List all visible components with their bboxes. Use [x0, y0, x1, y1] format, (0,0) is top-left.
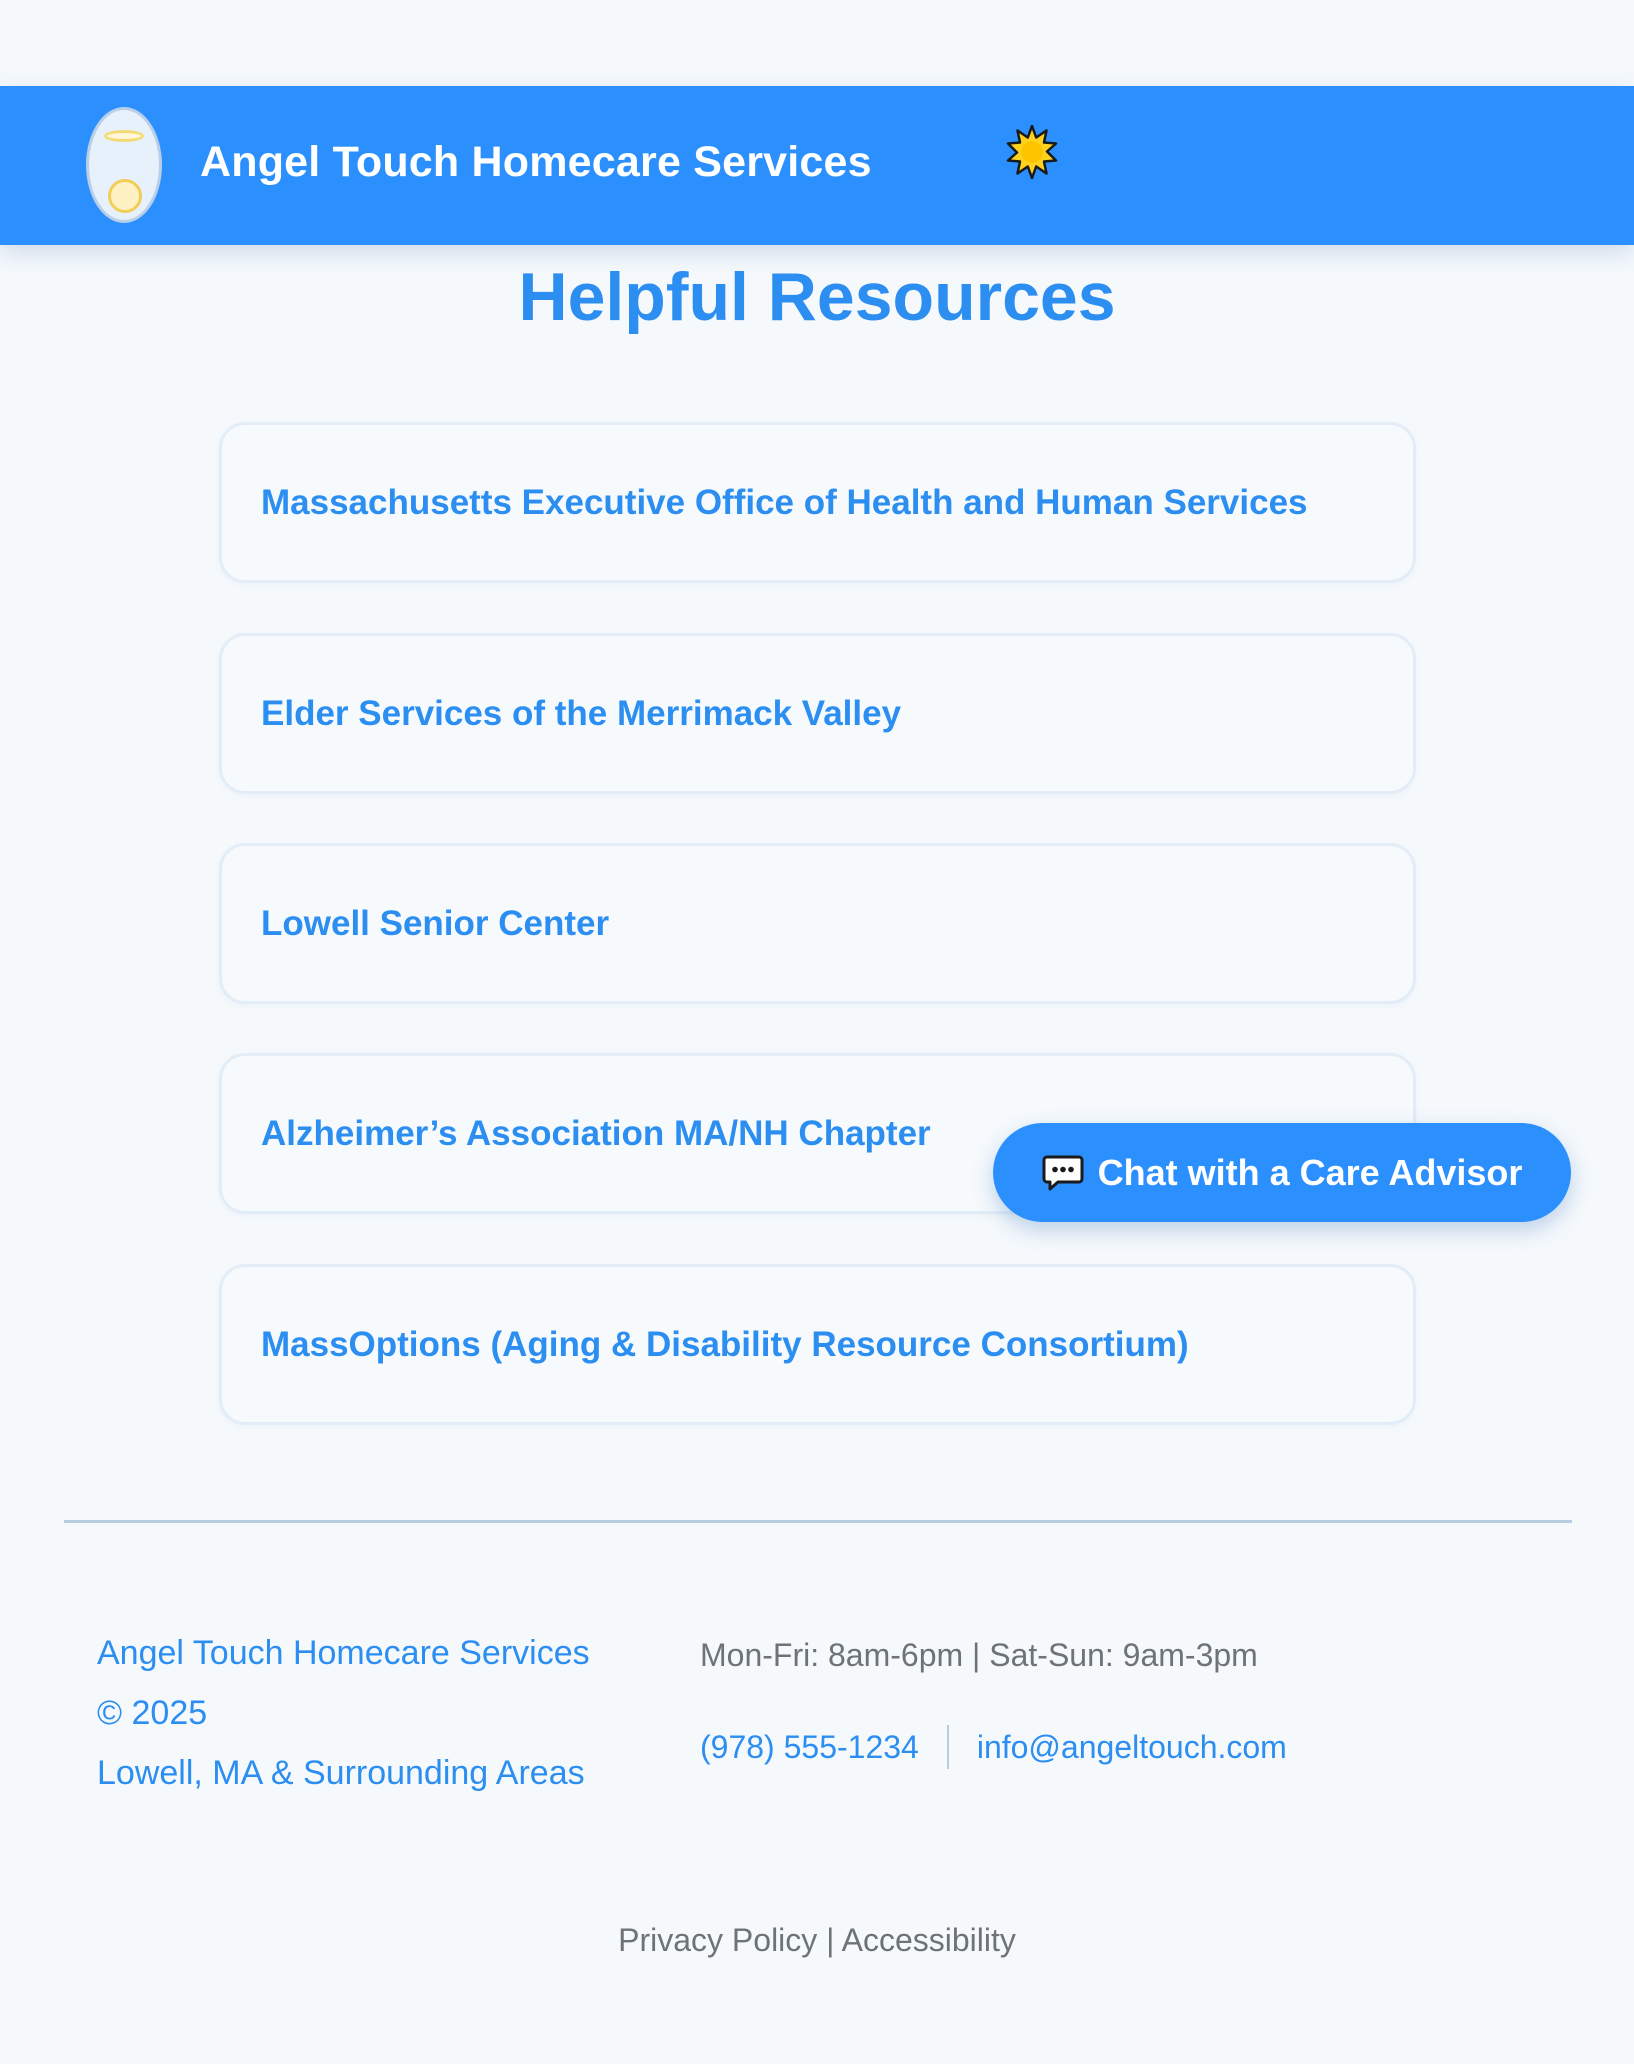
footer-legal-links: Privacy Policy | Accessibility [0, 1922, 1634, 1959]
sun-icon[interactable] [1003, 124, 1061, 182]
footer-company-name: Angel Touch Homecare Services [97, 1634, 590, 1672]
resource-card[interactable]: Elder Services of the Merrimack Valley [219, 633, 1416, 794]
resource-link-eohhs[interactable]: Massachusetts Executive Office of Health… [261, 425, 1308, 580]
phone-link[interactable]: (978) 555-1234 [700, 1729, 919, 1766]
halo-shape [104, 130, 144, 142]
speech-bubble-icon [1042, 1155, 1084, 1190]
accessibility-link[interactable]: Accessibility [842, 1922, 1016, 1958]
resource-card[interactable]: Massachusetts Executive Office of Health… [219, 422, 1416, 583]
resource-link-senior-center[interactable]: Lowell Senior Center [261, 846, 609, 1001]
footer-contact: (978) 555-1234 info@angeltouch.com [700, 1725, 1287, 1769]
footer-copyright: © 2025 [97, 1694, 208, 1732]
privacy-policy-link[interactable]: Privacy Policy [618, 1922, 817, 1958]
chat-button-label: Chat with a Care Advisor [1097, 1151, 1523, 1193]
footer-links-separator: | [826, 1922, 835, 1958]
site-header: Angel Touch Homecare Services [0, 86, 1634, 245]
footer-service-area: Lowell, MA & Surrounding Areas [97, 1754, 585, 1792]
brand-name[interactable]: Angel Touch Homecare Services [200, 138, 872, 187]
orb-shape [108, 179, 142, 213]
footer-company-block: Angel Touch Homecare Services © 2025 Low… [97, 1623, 590, 1803]
resource-link-elder-services[interactable]: Elder Services of the Merrimack Valley [261, 636, 901, 791]
email-link[interactable]: info@angeltouch.com [977, 1729, 1287, 1766]
page: Angel Touch Homecare Services Helpful Re… [0, 0, 1634, 2064]
resource-link-massoptions[interactable]: MassOptions (Aging & Disability Resource… [261, 1267, 1189, 1422]
resource-card[interactable]: Lowell Senior Center [219, 843, 1416, 1004]
chat-button[interactable]: Chat with a Care Advisor [993, 1123, 1571, 1222]
resource-link-alzheimers[interactable]: Alzheimer’s Association MA/NH Chapter [261, 1056, 931, 1211]
contact-divider [946, 1725, 949, 1769]
resource-card[interactable]: MassOptions (Aging & Disability Resource… [219, 1264, 1416, 1425]
footer-hours: Mon-Fri: 8am-6pm | Sat-Sun: 9am-3pm [700, 1637, 1258, 1673]
angel-logo-icon[interactable] [86, 107, 162, 223]
footer-divider [64, 1520, 1572, 1523]
page-title: Helpful Resources [518, 259, 1116, 335]
